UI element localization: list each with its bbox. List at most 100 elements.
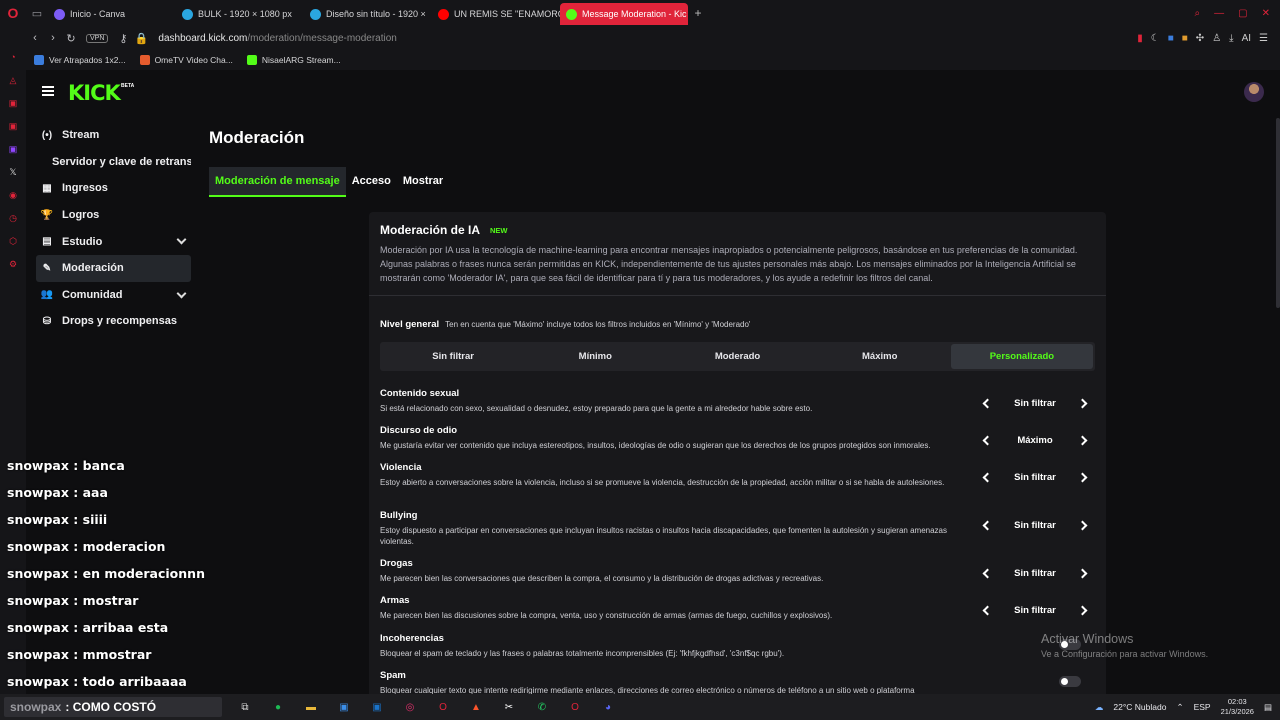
opera-icon[interactable]: O — [434, 698, 452, 716]
bag-icon[interactable]: ◬ — [6, 73, 20, 87]
page-scrollbar[interactable] — [1276, 116, 1280, 694]
url-field[interactable]: dashboard.kick.com/moderation/message-mo… — [158, 33, 396, 44]
capcut-icon[interactable]: ✂ — [500, 698, 518, 716]
outlook-icon[interactable]: ▣ — [368, 698, 386, 716]
new-tab-button[interactable]: + — [688, 6, 708, 20]
settings-icon[interactable]: ⚙ — [6, 257, 20, 271]
weather-icon[interactable]: ☁ — [1095, 702, 1104, 713]
clock[interactable]: 02:03 21/3/2026 — [1221, 697, 1254, 717]
browser-tab[interactable]: UN REMIS SE "ENAMORÓ" — [432, 3, 560, 25]
history-icon[interactable]: ◷ — [6, 211, 20, 225]
taskbar-search[interactable]: snowpax : COMO COSTÓ — [4, 697, 222, 717]
search-tabs-icon[interactable]: ⌕ — [1195, 8, 1201, 19]
extension-icon[interactable]: ■ — [1168, 33, 1174, 44]
chevron-right-icon[interactable] — [1073, 599, 1095, 621]
chevron-right-icon[interactable] — [1073, 429, 1095, 451]
chevron-left-icon[interactable] — [975, 562, 997, 584]
extension-icon[interactable]: ■ — [1182, 33, 1188, 44]
folder-icon[interactable]: ▬ — [302, 698, 320, 716]
workspaces-icon[interactable]: ▭ — [26, 7, 48, 20]
avatar[interactable] — [1244, 82, 1264, 102]
level-option[interactable]: Moderado — [666, 344, 808, 369]
discord-icon[interactable]: ◕ — [599, 698, 617, 716]
minimize-button[interactable]: — — [1214, 8, 1224, 19]
speed-dial-icon[interactable]: ◔ — [6, 50, 20, 64]
sidebar-item-broadcast[interactable]: (•) Stream — [36, 122, 191, 149]
chevron-up-icon[interactable]: ⌃ — [1176, 702, 1183, 713]
notifications-icon[interactable]: ▤ — [1264, 702, 1272, 713]
level-option[interactable]: Personalizado — [950, 344, 1094, 369]
tab-show[interactable]: Mostrar — [397, 167, 449, 195]
tab-message-moderation[interactable]: Moderación de mensaje — [209, 167, 346, 197]
mail-icon[interactable]: ▣ — [6, 119, 20, 133]
filter-category: Armas Me parecen bien las discusiones sob… — [380, 595, 1095, 621]
brave-icon[interactable]: ▲ — [467, 698, 485, 716]
extension-icon[interactable]: ▮ — [1137, 33, 1143, 44]
browser-tab[interactable]: Inicio - Canva — [48, 3, 176, 25]
chat-separator: : — [68, 539, 83, 554]
whatsapp-icon[interactable]: ✆ — [533, 698, 551, 716]
instagram-icon[interactable]: ◎ — [401, 698, 419, 716]
player-icon[interactable]: ◉ — [6, 188, 20, 202]
language-indicator[interactable]: ESP — [1194, 702, 1211, 712]
sidebar-item-wrench[interactable]: ✎ Moderación — [36, 254, 191, 282]
extensions-icon[interactable]: ⬡ — [6, 234, 20, 248]
chevron-left-icon[interactable] — [975, 599, 997, 621]
user-icon[interactable]: ♙ — [1212, 33, 1221, 44]
chevron-left-icon[interactable] — [975, 429, 997, 451]
vpn-badge[interactable]: VPN — [86, 33, 109, 43]
chevron-down-icon[interactable] — [176, 234, 187, 245]
weather-text[interactable]: 22°C Nublado — [1113, 702, 1166, 712]
level-option[interactable]: Máximo — [809, 344, 951, 369]
store-icon[interactable]: ▣ — [335, 698, 353, 716]
close-button[interactable]: ✕ — [1262, 8, 1270, 19]
key-icon[interactable]: ⚷ — [114, 32, 132, 45]
sidebar-item-server-key[interactable]: Servidor y clave de retransmisión — [36, 149, 191, 176]
bookmark-item[interactable]: NisaelARG Stream... — [246, 55, 341, 65]
ai-button[interactable]: AI — [1242, 33, 1251, 44]
menu-icon[interactable]: ☰ — [1259, 33, 1268, 44]
twitch-icon[interactable]: ▣ — [6, 142, 20, 156]
maximize-button[interactable]: ▢ — [1238, 8, 1247, 19]
category-toggle[interactable] — [1059, 676, 1081, 687]
chevron-left-icon[interactable] — [975, 466, 997, 488]
sidebar-item-community[interactable]: 👥 Comunidad — [36, 282, 191, 309]
puzzle-icon[interactable]: ✣ — [1196, 33, 1204, 44]
chevron-left-icon[interactable] — [975, 514, 997, 536]
sidebar-item-studio[interactable]: ▤ Estudio — [36, 228, 191, 255]
chevron-right-icon[interactable] — [1073, 466, 1095, 488]
moon-icon[interactable]: ☾ — [1151, 33, 1160, 44]
task-view-icon[interactable]: ⧉ — [236, 698, 254, 716]
sidebar-item-trophy[interactable]: 🏆 Logros — [36, 202, 191, 229]
forward-button[interactable]: › — [44, 32, 62, 44]
bookmark-item[interactable]: OmeTV Video Cha... — [139, 55, 233, 65]
opera-logo-icon[interactable]: O — [0, 0, 26, 26]
chat-separator: : — [68, 566, 83, 581]
lock-icon[interactable]: 🔒 — [132, 32, 150, 45]
browser-tab[interactable]: BULK - 1920 × 1080 px — [176, 3, 304, 25]
reload-button[interactable]: ↻ — [62, 32, 80, 45]
messenger-icon[interactable]: ▣ — [6, 96, 20, 110]
kick-logo[interactable]: KICK — [68, 81, 121, 105]
opera-gx-icon[interactable]: O — [566, 698, 584, 716]
hamburger-menu-icon[interactable] — [42, 86, 54, 96]
sidebar-item-drops[interactable]: ⛁ Drops y recompensas — [36, 308, 191, 335]
category-description: Me gustaría evitar ver contenido que inc… — [380, 441, 931, 450]
chevron-right-icon[interactable] — [1073, 562, 1095, 584]
level-option[interactable]: Mínimo — [524, 344, 666, 369]
back-button[interactable]: ‹ — [26, 32, 44, 44]
level-option[interactable]: Sin filtrar — [382, 344, 524, 369]
x-icon[interactable]: 𝕏 — [6, 165, 20, 179]
tab-access[interactable]: Acceso — [346, 167, 397, 195]
chevron-right-icon[interactable] — [1073, 392, 1095, 414]
browser-tab[interactable]: Message Moderation - Kic — [560, 3, 688, 25]
ai-moderation-card: Moderación de IA NEW Moderación por IA u… — [369, 212, 1106, 702]
bookmark-item[interactable]: Ver Atrapados 1x2... — [34, 55, 126, 65]
chevron-down-icon[interactable] — [176, 288, 187, 299]
sidebar-item-revenue[interactable]: ▦ Ingresos — [36, 175, 191, 202]
chevron-left-icon[interactable] — [975, 392, 997, 414]
chevron-right-icon[interactable] — [1073, 514, 1095, 536]
download-icon[interactable]: ⤓ — [1229, 33, 1233, 44]
browser-tab[interactable]: Diseño sin título - 1920 × — [304, 3, 432, 25]
spotify-icon[interactable]: ● — [269, 698, 287, 716]
